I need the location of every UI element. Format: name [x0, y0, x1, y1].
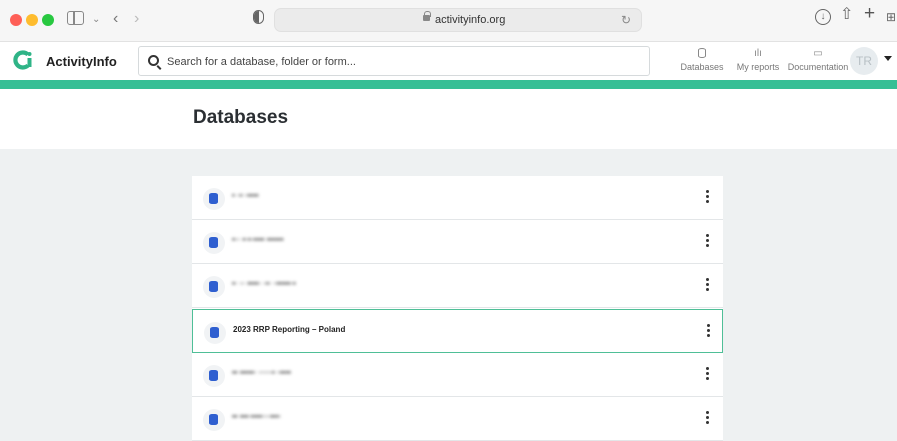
tabs-icon[interactable]: ⊞ [886, 9, 896, 25]
database-name: •· ·· ••••· ·•· ·•••••·• [232, 279, 296, 288]
nav-my-reports[interactable]: ılı My reports [733, 48, 783, 72]
nav-documentation[interactable]: ▭ Documentation [787, 48, 849, 72]
list-item[interactable]: • ·• ·•••• [192, 176, 723, 220]
database-icon [209, 193, 218, 204]
title-area: Databases [0, 89, 897, 149]
list-item[interactable]: •• •••••· ·····• ·•••• [192, 353, 723, 397]
share-icon[interactable]: ⇧ [840, 7, 853, 23]
database-icon-wrap [203, 365, 225, 387]
database-icon-wrap [203, 276, 225, 298]
zoom-window-button[interactable] [42, 14, 54, 26]
app-header: ActivityInfo Databases ılı My reports ▭ … [0, 42, 897, 80]
more-options-icon[interactable] [707, 324, 711, 338]
page-title: Databases [193, 107, 289, 128]
more-options-icon[interactable] [706, 278, 710, 292]
close-window-button[interactable] [10, 14, 22, 26]
nav-my-reports-label: My reports [736, 62, 780, 72]
database-icon [675, 48, 729, 59]
bar-chart-icon: ılı [754, 48, 762, 59]
more-options-icon[interactable] [706, 411, 710, 425]
nav-databases-label: Databases [680, 62, 724, 72]
logo-icon[interactable] [13, 50, 33, 70]
address-bar[interactable]: activityinfo.org ↻ [274, 8, 642, 32]
avatar[interactable]: TR [850, 47, 878, 75]
database-name: •·· •·•·•••• •••••• [232, 235, 284, 244]
list-item[interactable]: •• •••·••••···•••· [192, 397, 723, 441]
list-item-selected[interactable]: 2023 RRP Reporting – Poland [192, 309, 723, 353]
logo-text[interactable]: ActivityInfo [46, 54, 117, 69]
database-icon [209, 370, 218, 381]
database-list: • ·• ·•••• •·· •·•·•••• •••••• •· ·· •••… [192, 176, 723, 441]
book-icon: ▭ [813, 48, 823, 59]
search-icon [148, 55, 159, 66]
list-item[interactable]: •·· •·•·•••• •••••• [192, 220, 723, 264]
back-icon[interactable]: ‹ [113, 11, 118, 27]
database-icon-wrap [203, 232, 225, 254]
reload-icon[interactable]: ↻ [621, 13, 631, 27]
forward-icon[interactable]: › [134, 11, 139, 27]
database-icon-wrap [204, 322, 226, 344]
database-name: • ·• ·•••• [232, 191, 259, 200]
database-icon [209, 281, 218, 292]
more-options-icon[interactable] [706, 367, 710, 381]
database-name: 2023 RRP Reporting – Poland [233, 325, 346, 334]
more-options-icon[interactable] [706, 190, 710, 204]
list-item[interactable]: •· ·· ••••· ·•· ·•••••·• [192, 264, 723, 308]
database-name: •• •••·••••···•••· [232, 412, 282, 421]
database-icon [210, 327, 219, 338]
database-icon-wrap [203, 409, 225, 431]
sidebar-icon[interactable] [67, 11, 84, 25]
plus-icon[interactable]: + [864, 4, 875, 23]
more-options-icon[interactable] [706, 234, 710, 248]
chevron-down-icon[interactable]: ⌄ [92, 12, 100, 28]
database-icon [209, 237, 218, 248]
browser-toolbar: ⌄ ‹ › activityinfo.org ↻ ↓ ⇧ + ⊞ [0, 0, 897, 42]
shield-icon[interactable] [253, 10, 264, 24]
database-icon [209, 414, 218, 425]
url-text: activityinfo.org [435, 14, 506, 26]
database-icon-wrap [203, 188, 225, 210]
search-input[interactable] [167, 54, 637, 70]
nav-databases[interactable]: Databases [675, 48, 729, 72]
nav-documentation-label: Documentation [787, 62, 849, 72]
lock-icon [423, 11, 431, 21]
chevron-down-icon[interactable] [884, 56, 892, 61]
minimize-window-button[interactable] [26, 14, 38, 26]
accent-bar [0, 80, 897, 89]
download-icon[interactable]: ↓ [815, 9, 831, 25]
search-box[interactable] [138, 46, 650, 76]
database-name: •• •••••· ·····• ·•••• [232, 368, 291, 377]
